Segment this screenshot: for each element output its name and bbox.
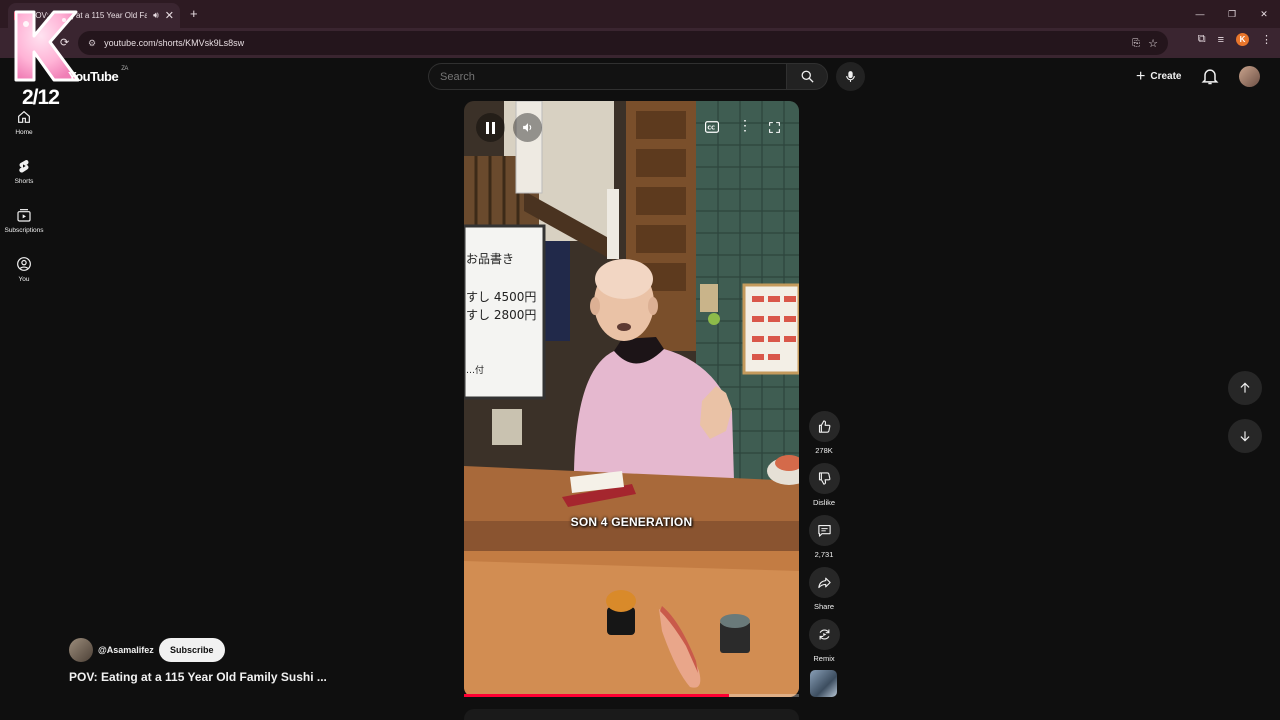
subscribe-button[interactable]: Subscribe: [159, 638, 225, 662]
window-controls: — ❐ ✕: [1184, 0, 1280, 28]
new-tab-icon[interactable]: +: [190, 6, 198, 21]
nav-item-subscriptions[interactable]: Subscriptions: [0, 207, 48, 234]
channel-avatar[interactable]: [69, 638, 93, 662]
install-app-icon[interactable]: ⎘: [1132, 38, 1140, 49]
extensions-icon[interactable]: ⧉: [1198, 33, 1206, 46]
pause-icon: [486, 121, 495, 134]
share-button[interactable]: [808, 567, 840, 598]
closed-captions-icon[interactable]: CC: [705, 121, 719, 133]
search-input[interactable]: [440, 70, 786, 83]
channel-handle[interactable]: @Asamalifez: [98, 645, 154, 655]
board-line-2: すし 4500円: [466, 290, 536, 304]
home-icon: [18, 110, 30, 123]
volume-icon: [522, 123, 531, 132]
more-options-icon[interactable]: ⋮: [738, 117, 752, 134]
search-icon: [801, 70, 814, 83]
video-title[interactable]: POV: Eating at a 115 Year Old Family Sus…: [69, 670, 327, 684]
remix-icon: [819, 629, 829, 640]
sound-thumbnail[interactable]: [810, 670, 837, 697]
next-short-button[interactable]: [1228, 419, 1262, 453]
plus-icon: +: [1136, 67, 1146, 85]
video-caption: SON 4 GENERATION: [570, 515, 693, 529]
shorts-icon: [19, 159, 29, 173]
account-avatar[interactable]: [1239, 66, 1260, 87]
arrow-down-icon: [1240, 431, 1250, 442]
voice-search-button[interactable]: [836, 62, 865, 91]
nav-item-you[interactable]: You: [0, 256, 48, 283]
remix-button[interactable]: [808, 619, 840, 650]
restore-icon[interactable]: ❐: [1216, 0, 1248, 28]
like-button[interactable]: [808, 411, 840, 442]
overlay-counter: 2/12: [22, 86, 60, 109]
microphone-icon: [846, 71, 855, 82]
svg-text:CC: CC: [707, 125, 715, 131]
media-controls-icon[interactable]: ≡: [1218, 34, 1224, 46]
thumbs-down-icon: [818, 472, 830, 485]
shorts-video-player[interactable]: お品書き すし 4500円 すし 2800円 …付 CC ⋮: [464, 101, 799, 697]
dislike-action: Dislike: [808, 463, 840, 507]
comments-button[interactable]: [808, 515, 840, 546]
video-progress-fill: [464, 694, 729, 697]
board-line-1: お品書き: [466, 252, 514, 266]
nav-label: Home: [15, 129, 33, 136]
search-button[interactable]: [786, 63, 828, 90]
browser-toolbar: ⟳ ⚙︎ youtube.com/shorts/KMVsk9Ls8sw ⎘ ☆ …: [0, 28, 1280, 58]
subscriptions-icon: [17, 209, 31, 222]
create-button[interactable]: + Create: [1128, 63, 1193, 90]
remix-label: Remix: [813, 654, 835, 663]
nav-item-home[interactable]: Home: [0, 109, 48, 136]
minimize-icon[interactable]: —: [1184, 0, 1216, 28]
previous-short-button[interactable]: [1228, 371, 1262, 405]
video-frame: お品書き すし 4500円 すし 2800円 …付: [464, 101, 799, 697]
dislike-button[interactable]: [808, 463, 840, 494]
you-icon: [17, 257, 31, 271]
country-code: ZA: [121, 65, 128, 72]
logo-text: YouTube: [68, 69, 119, 84]
share-action: Share: [808, 567, 840, 611]
browser-tab-bar: POV: Eating at a 115 Year Old Family Sus…: [0, 0, 1280, 28]
remix-action: Remix: [808, 619, 840, 663]
nav-label: Shorts: [14, 178, 34, 185]
bookmark-star-icon[interactable]: ☆: [1148, 37, 1158, 50]
thumbs-up-icon: [818, 420, 830, 433]
like-action: 278K: [808, 411, 840, 455]
notifications-bell-icon[interactable]: [1200, 66, 1220, 86]
comments-action: 2,731: [808, 515, 840, 559]
board-line-3: すし 2800円: [466, 308, 536, 322]
speaker-icon[interactable]: 🔊︎: [153, 10, 159, 21]
pause-button[interactable]: [476, 113, 505, 142]
tab-close-icon[interactable]: ✕: [165, 9, 174, 22]
create-label: Create: [1150, 71, 1182, 82]
fullscreen-icon[interactable]: [768, 121, 781, 134]
next-short-preview: [464, 709, 799, 720]
youtube-logo[interactable]: YouTubeZA: [68, 65, 128, 84]
toolbar-actions: ⧉ ≡ K ⋮: [1198, 33, 1272, 46]
site-info-icon[interactable]: ⚙︎: [88, 38, 96, 49]
nav-label: Subscriptions: [4, 227, 44, 234]
like-count: 278K: [815, 446, 833, 455]
share-icon: [817, 577, 831, 589]
nav-label: You: [18, 276, 30, 283]
board-line-4: …付: [466, 365, 484, 376]
share-label: Share: [813, 602, 834, 611]
volume-button[interactable]: [513, 113, 542, 142]
profile-avatar[interactable]: K: [1236, 33, 1249, 46]
arrow-up-icon: [1240, 382, 1250, 393]
address-bar[interactable]: ⚙︎ youtube.com/shorts/KMVsk9Ls8sw ⎘ ☆: [78, 31, 1168, 55]
video-progress-bar[interactable]: [464, 694, 799, 697]
comment-count: 2,731: [814, 550, 834, 559]
window-close-icon[interactable]: ✕: [1248, 0, 1280, 28]
search-box: [428, 63, 786, 90]
url-text: youtube.com/shorts/KMVsk9Ls8sw: [104, 38, 245, 48]
dislike-label: Dislike: [812, 498, 836, 507]
comment-icon: [817, 524, 831, 537]
browser-menu-icon[interactable]: ⋮: [1261, 33, 1272, 46]
nav-item-shorts[interactable]: Shorts: [0, 158, 48, 185]
